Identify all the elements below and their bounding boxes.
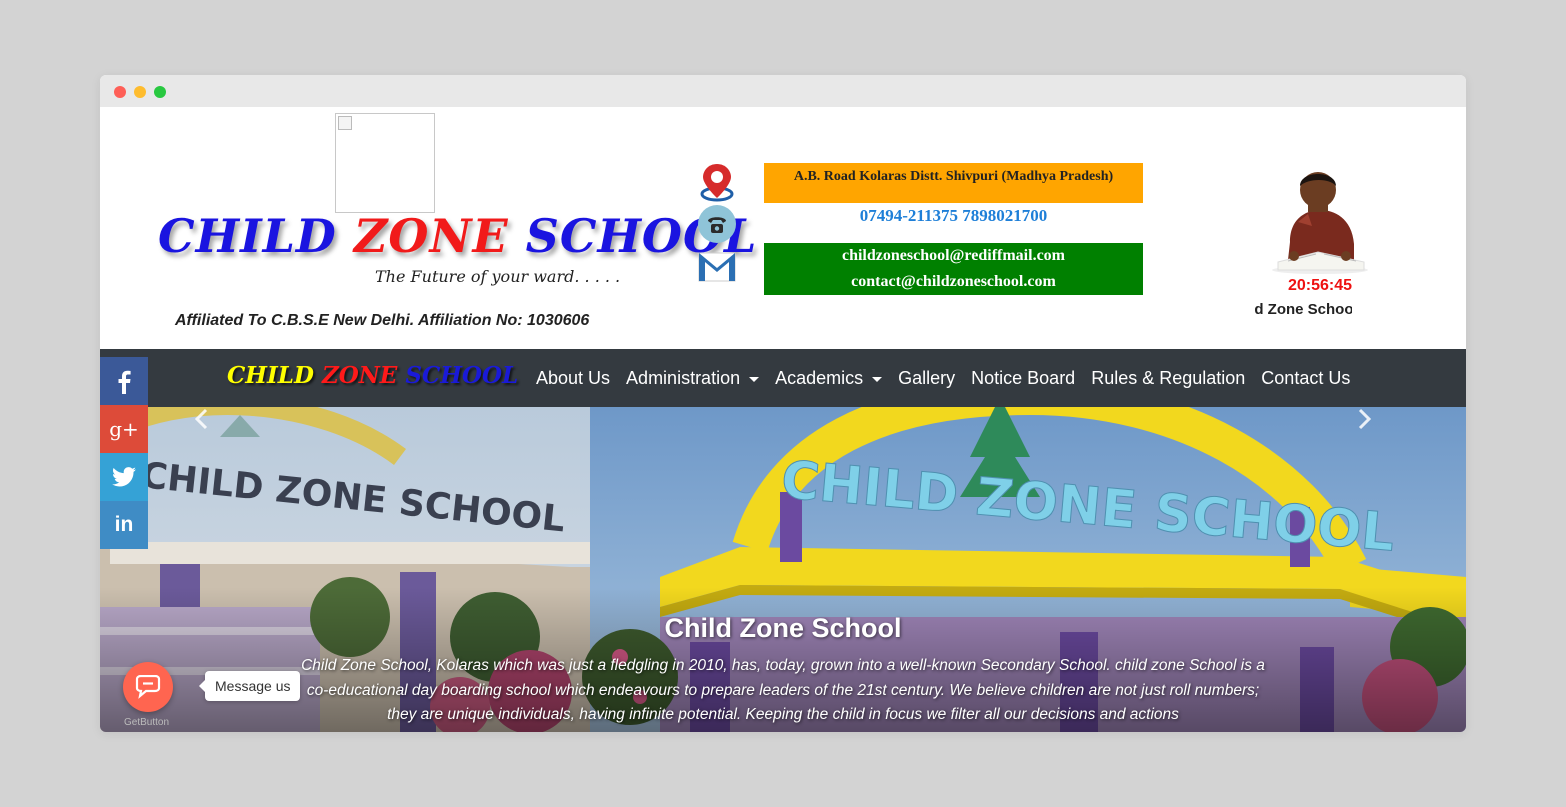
carousel-next-icon[interactable] — [1352, 407, 1376, 431]
school-logo[interactable]: CHILD ZONE SCHOOL — [158, 209, 757, 263]
caret-down-icon — [749, 376, 760, 382]
twitter-share-button[interactable] — [100, 453, 148, 501]
phone-numbers[interactable]: 07494-211375 7898021700 — [764, 205, 1143, 227]
affiliation-text: Affiliated To C.B.S.E New Delhi. Affilia… — [175, 312, 590, 329]
digital-clock: 20:56:45 — [1288, 277, 1353, 294]
email-link[interactable]: contact@childzoneschool.com — [764, 269, 1143, 295]
social-share-bar: g+ in — [100, 357, 148, 549]
carousel-caption-title: Child Zone School — [664, 613, 902, 643]
chat-bubble-icon — [135, 675, 161, 699]
linkedin-icon: in — [114, 513, 134, 536]
reading-child-image — [1272, 172, 1368, 274]
twitter-icon — [112, 467, 136, 487]
broken-image-placeholder — [335, 113, 435, 213]
address-box: A.B. Road Kolaras Distt. Shivpuri (Madhy… — [764, 163, 1143, 203]
nav-link-label: Contact Us — [1261, 367, 1351, 388]
nav-link-label: Notice Board — [971, 367, 1076, 388]
phone-icon — [698, 205, 736, 243]
maximize-window-button[interactable] — [154, 86, 166, 98]
nav-notice-board[interactable]: Notice Board — [963, 368, 1083, 389]
nav-link-label: Gallery — [898, 367, 956, 388]
email-box: childzoneschool@rediffmail.com contact@c… — [764, 243, 1143, 295]
google-plus-share-button[interactable]: g+ — [100, 405, 148, 453]
carousel-caption-text: Child Zone School, Kolaras which was jus… — [301, 657, 1265, 723]
navbar-brand-logo[interactable]: CHILD ZONE SCHOOL — [227, 362, 518, 389]
main-navbar: CHILD ZONE SCHOOL About Us Administratio… — [100, 349, 1466, 407]
nav-link-label: Rules & Regulation — [1091, 367, 1246, 388]
email-link[interactable]: childzoneschool@rediffmail.com — [764, 243, 1143, 269]
nav-administration-dropdown[interactable]: Administration — [618, 368, 767, 389]
facebook-share-button[interactable] — [100, 357, 148, 405]
caret-down-icon — [872, 376, 883, 382]
nav-rules-regulation[interactable]: Rules & Regulation — [1083, 368, 1253, 389]
envelope-icon — [698, 252, 736, 282]
marquee-text: Child Zone School — [1254, 301, 1352, 318]
hero-carousel: CHILD ZONE SCHOOL CHILD ZONE SCHOOL Chil… — [100, 407, 1466, 732]
carousel-prev-icon[interactable] — [190, 407, 214, 431]
nav-contact-us[interactable]: Contact Us — [1253, 368, 1358, 389]
getbutton-brand[interactable]: GetButton — [124, 717, 169, 728]
site-header: CHILD ZONE SCHOOL The Future of your war… — [100, 107, 1466, 349]
nav-links: About Us Administration Academics Galler… — [528, 349, 1358, 407]
close-window-button[interactable] — [114, 86, 126, 98]
getbutton-message-label[interactable]: Message us — [198, 671, 301, 701]
browser-window: CHILD ZONE SCHOOL The Future of your war… — [100, 75, 1466, 732]
window-titlebar — [100, 75, 1466, 107]
nav-about-us[interactable]: About Us — [528, 368, 618, 389]
location-pin-icon — [700, 164, 734, 202]
brand-word-child: CHILD — [227, 362, 314, 389]
minimize-window-button[interactable] — [134, 86, 146, 98]
brand-word-zone: ZONE — [321, 362, 398, 389]
nav-link-label: Academics — [775, 367, 864, 388]
getbutton-chat-button[interactable] — [123, 662, 173, 712]
google-plus-icon: g+ — [109, 417, 139, 441]
facebook-icon — [118, 370, 131, 394]
brand-word-school: SCHOOL — [405, 362, 519, 389]
logo-word-child: CHILD — [158, 209, 337, 263]
linkedin-share-button[interactable]: in — [100, 501, 148, 549]
nav-gallery[interactable]: Gallery — [890, 368, 963, 389]
nav-link-label: Administration — [626, 367, 741, 388]
nav-link-label: About Us — [536, 367, 611, 388]
logo-word-zone: ZONE — [353, 209, 509, 263]
scrolling-marquee: Child Zone School — [1254, 301, 1352, 318]
logo-tagline: The Future of your ward. . . . . — [375, 267, 621, 286]
nav-academics-dropdown[interactable]: Academics — [767, 368, 890, 389]
